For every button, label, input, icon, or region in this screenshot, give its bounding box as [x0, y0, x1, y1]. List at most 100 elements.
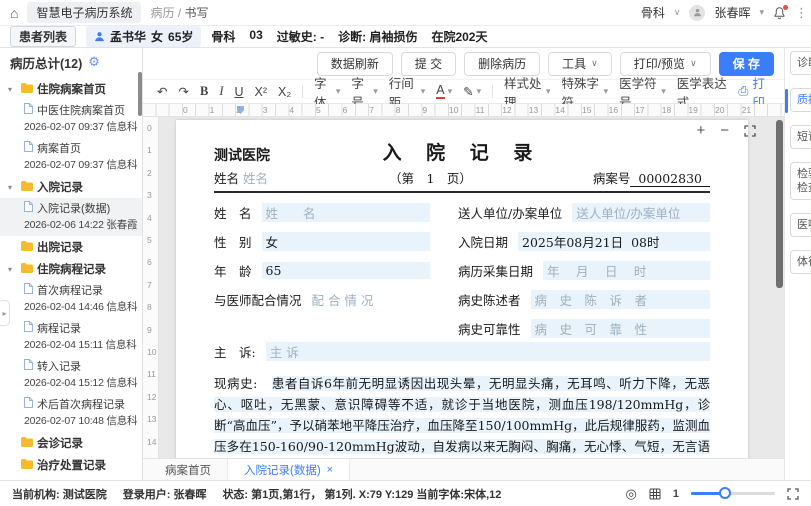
field-label: 病历采集日期	[458, 261, 533, 280]
doc-name-value[interactable]: 姓名	[243, 168, 268, 187]
ruler-tick: 7	[147, 280, 152, 290]
doc-hospital-name: 测试医院	[214, 145, 383, 165]
tree-folder[interactable]: ▾住院病案首页	[0, 78, 142, 100]
ruler-tick: 12	[502, 105, 511, 115]
notification-bell-icon[interactable]	[773, 6, 786, 20]
right-panel-tab[interactable]: 体征	[790, 250, 811, 274]
dept-select[interactable]: 骨科	[641, 4, 665, 21]
chief-complaint-field[interactable]: 主 诉	[266, 342, 710, 361]
underline-icon[interactable]: U	[234, 85, 243, 99]
collect-date-field[interactable]: 年 月 日 时	[543, 261, 710, 280]
right-panel-tab[interactable]: 诊断	[790, 51, 811, 75]
patient-chip[interactable]: 孟书华 女 65岁	[86, 26, 201, 47]
gender-field[interactable]: 女	[262, 232, 430, 251]
page-layout-icon[interactable]	[649, 488, 661, 500]
tree-folder[interactable]: ▾住院病程记录	[0, 258, 142, 280]
cooperation-field[interactable]: 配 合 情 况	[312, 290, 430, 309]
tree-folder[interactable]: 治疗处置记录	[0, 454, 142, 476]
ruler-tick: 11	[147, 369, 156, 379]
ruler-tick: 3	[263, 105, 268, 115]
eye-protect-icon[interactable]: ◎	[626, 486, 637, 502]
bold-icon[interactable]: B	[200, 84, 208, 99]
ruler-tick: 8	[396, 105, 401, 115]
right-panel-tab[interactable]: 医嘱	[790, 213, 811, 237]
zoom-slider-thumb[interactable]	[719, 487, 731, 499]
ruler-tick: 4	[289, 105, 294, 115]
present-illness-text[interactable]: 患者自诉6年前无明显诱因出现头晕，无明显头痛，无耳鸣、听力下降，无恶心、呕吐，无…	[214, 376, 710, 458]
send-unit-field[interactable]: 送人单位/办案单位	[572, 203, 710, 222]
reliability-field[interactable]: 病 史 可 靠 性	[531, 319, 710, 338]
right-panel-tab[interactable]: 质控	[790, 88, 811, 112]
narrator-field[interactable]: 病 史 陈 诉 者	[531, 290, 710, 309]
system-name-chip[interactable]: 智慧电子病历系统	[27, 2, 141, 23]
folder-label: 入院记录	[37, 179, 83, 195]
fullscreen-icon[interactable]	[787, 488, 799, 500]
patient-gender: 女	[151, 28, 163, 45]
field-label: 与医师配合情况	[214, 290, 302, 309]
status-org: 当前机构: 测试医院	[12, 486, 107, 502]
gear-icon[interactable]: ⚙	[88, 54, 100, 70]
subscript-icon[interactable]: X₂	[278, 85, 291, 99]
more-menu-icon[interactable]: ⋮	[795, 5, 808, 21]
fit-screen-icon[interactable]	[744, 125, 756, 137]
editor-tabs-bar: 病案首页入院记录(数据)×	[143, 458, 784, 480]
italic-icon[interactable]: I	[219, 84, 223, 99]
ruler-tick: 13	[529, 105, 538, 115]
zoom-out-icon[interactable]: −	[720, 123, 729, 138]
tree-folder[interactable]: 出院记录	[0, 236, 142, 258]
superscript-icon[interactable]: X²	[255, 85, 268, 99]
zoom-in-icon[interactable]: +	[696, 123, 705, 138]
tree-doc-item[interactable]: 病程记录	[0, 318, 142, 337]
folder-icon	[21, 263, 33, 276]
redo-icon[interactable]: ↷	[178, 84, 188, 99]
doc-label: 入院记录(数据)	[37, 200, 110, 216]
status-state: 状态: 第1页,第1行， 第1列. X:79 Y:129 当前字体:宋体,12	[222, 486, 501, 502]
field-label: 送人单位/办案单位	[458, 203, 562, 222]
caret-down-icon: ▾	[448, 86, 453, 97]
font-color-dropdown[interactable]: A▾	[436, 84, 452, 100]
tree-doc-item[interactable]: 术后首次病程记录	[0, 394, 142, 413]
editor-scrollbar[interactable]	[776, 120, 783, 288]
highlight-icon: ✎	[463, 84, 473, 99]
patient-list-button[interactable]: 患者列表	[10, 26, 76, 47]
patient-dept: 骨科	[211, 28, 235, 45]
panel-collapse-handle[interactable]: ▸	[0, 300, 10, 326]
highlight-dropdown[interactable]: ✎▾	[463, 84, 481, 99]
right-panel-strip: 诊断质控短语检验 检查医嘱体征	[784, 48, 811, 480]
tree-doc-item[interactable]: 首次病程记录	[0, 280, 142, 299]
folder-icon	[21, 459, 33, 472]
home-icon[interactable]: ⌂	[10, 6, 18, 20]
close-icon[interactable]: ×	[327, 464, 333, 476]
tree-doc-item[interactable]: 病案首页	[0, 138, 142, 157]
tree-doc-item[interactable]: 入院记录(数据)	[0, 198, 142, 217]
tree-arrow-icon: ▾	[8, 183, 17, 192]
chief-complaint-label: 主 诉:	[214, 342, 256, 361]
name-field[interactable]: 姓 名	[262, 203, 430, 222]
avatar[interactable]	[689, 5, 705, 21]
doc-record-no[interactable]: 00002830	[630, 171, 710, 187]
tree-folder[interactable]: ▾ 入院记录	[0, 176, 142, 198]
field-label: 病史陈述者	[458, 290, 521, 309]
zoom-slider[interactable]	[691, 492, 775, 495]
breadcrumb-module[interactable]: 病历	[150, 6, 174, 20]
editor-tab[interactable]: 入院记录(数据)×	[227, 459, 350, 480]
user-menu[interactable]: 张春晖	[714, 4, 750, 21]
undo-icon[interactable]: ↶	[157, 84, 167, 99]
document-page[interactable]: 测试医院 入 院 记 录 姓名 姓名 （第 1 页） 病案号 00002830 …	[176, 120, 748, 458]
right-panel-tab[interactable]: 检验 检查	[790, 162, 811, 200]
editor-tab[interactable]: 病案首页	[149, 459, 227, 480]
notification-dot	[783, 5, 788, 10]
tree-doc-item[interactable]: 中医住院病案首页	[0, 100, 142, 119]
admission-date-field[interactable]: 2025年08月21日 08时	[518, 232, 710, 251]
document-icon	[24, 201, 33, 215]
ruler-tick: 15	[582, 105, 591, 115]
folder-label: 治疗处置记录	[37, 457, 106, 473]
right-panel-tab[interactable]: 短语	[790, 125, 811, 149]
present-illness[interactable]: 现病史: 患者自诉6年前无明显诱因出现头晕，无明显头痛，无耳鸣、听力下降，无恶心…	[214, 373, 710, 458]
tree-folder[interactable]: 会诊记录	[0, 432, 142, 454]
tree-doc-item[interactable]: 转入记录	[0, 356, 142, 375]
ruler-tick: 14	[555, 105, 564, 115]
sidebar-scrollbar[interactable]	[138, 72, 142, 116]
horizontal-ruler: 0123456789101112131415161718192021	[143, 104, 784, 117]
age-field[interactable]: 65	[262, 262, 430, 279]
